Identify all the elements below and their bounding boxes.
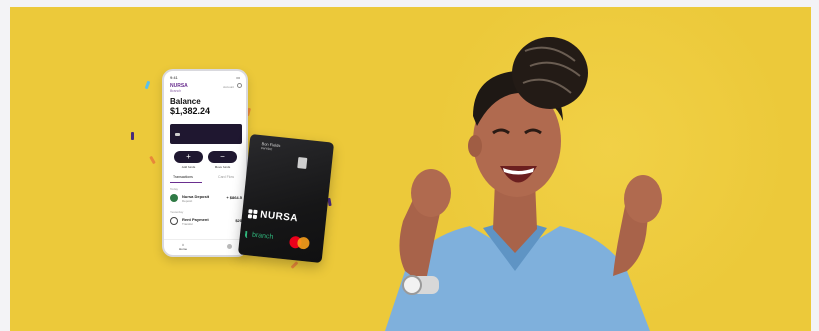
add-funds-label: Add funds [181,165,196,169]
fist-right [624,175,662,223]
card-preview[interactable] [170,124,242,144]
phone-mockup: 9:41 ▭ NURSA Branch Account Balance $1,3… [162,69,248,257]
hero-banner: 9:41 ▭ NURSA Branch Account Balance $1,3… [10,7,811,331]
nav-home[interactable]: ⌂ Home [179,242,187,251]
debit-card: Bon Fields PHYSIC NURSA branch [237,133,335,264]
battery-icon: ▭ [236,75,240,80]
tab-card-flow[interactable]: Card Flow [218,175,234,179]
confetti-piece [144,80,151,90]
transaction-row[interactable]: Nursa Deposit Deposit + $864.5 [170,193,242,205]
gear-icon[interactable] [237,83,242,88]
branch-logo-text: branch [251,231,274,241]
confetti-piece [149,155,156,165]
move-funds-label: Move funds [214,165,231,169]
balance-value: $1,382.24 [170,106,211,116]
fist-left [411,169,451,217]
transaction-sub: Deposit [182,199,193,203]
transaction-sub: Transfer [182,222,194,226]
card-chip-icon [297,157,308,169]
card-holder: Bon Fields PHYSIC [261,141,281,153]
nursa-mark-icon [247,209,258,220]
section-label-today: Today [170,187,179,191]
account-label: Account [223,85,234,89]
branch-icon [244,230,251,239]
tab-indicator [170,182,202,183]
nursa-logo-text: NURSA [259,209,299,225]
section-label-earlier: Yesterday [170,210,184,214]
status-time: 9:41 [170,75,178,80]
confetti-piece [131,132,134,140]
transaction-row[interactable]: Rent Payment Transfer $20 [170,216,242,228]
balance-label: Balance [170,97,201,106]
move-funds-button[interactable]: − [208,151,237,163]
confetti-piece [290,261,299,269]
mastercard-icon [288,235,312,250]
transaction-amount: + $864.5 [226,195,242,200]
branch-logo: branch [244,230,274,241]
app-brand-sub: Branch [170,89,182,93]
card-chip-icon [175,133,180,136]
nurse-photo [385,37,662,331]
transfer-icon [170,217,178,225]
deposit-icon [170,194,178,202]
add-funds-button[interactable]: + [174,151,203,163]
tab-transactions[interactable]: Transactions [173,175,193,179]
status-bar: 9:41 ▭ [170,75,240,81]
ear [468,135,482,157]
nursa-logo: NURSA [247,208,299,225]
tab-bar: Transactions Card Flow [170,175,240,183]
bottom-nav: ⌂ Home [164,239,246,255]
nav-home-label: Home [179,247,188,251]
profile-icon[interactable] [227,244,232,249]
